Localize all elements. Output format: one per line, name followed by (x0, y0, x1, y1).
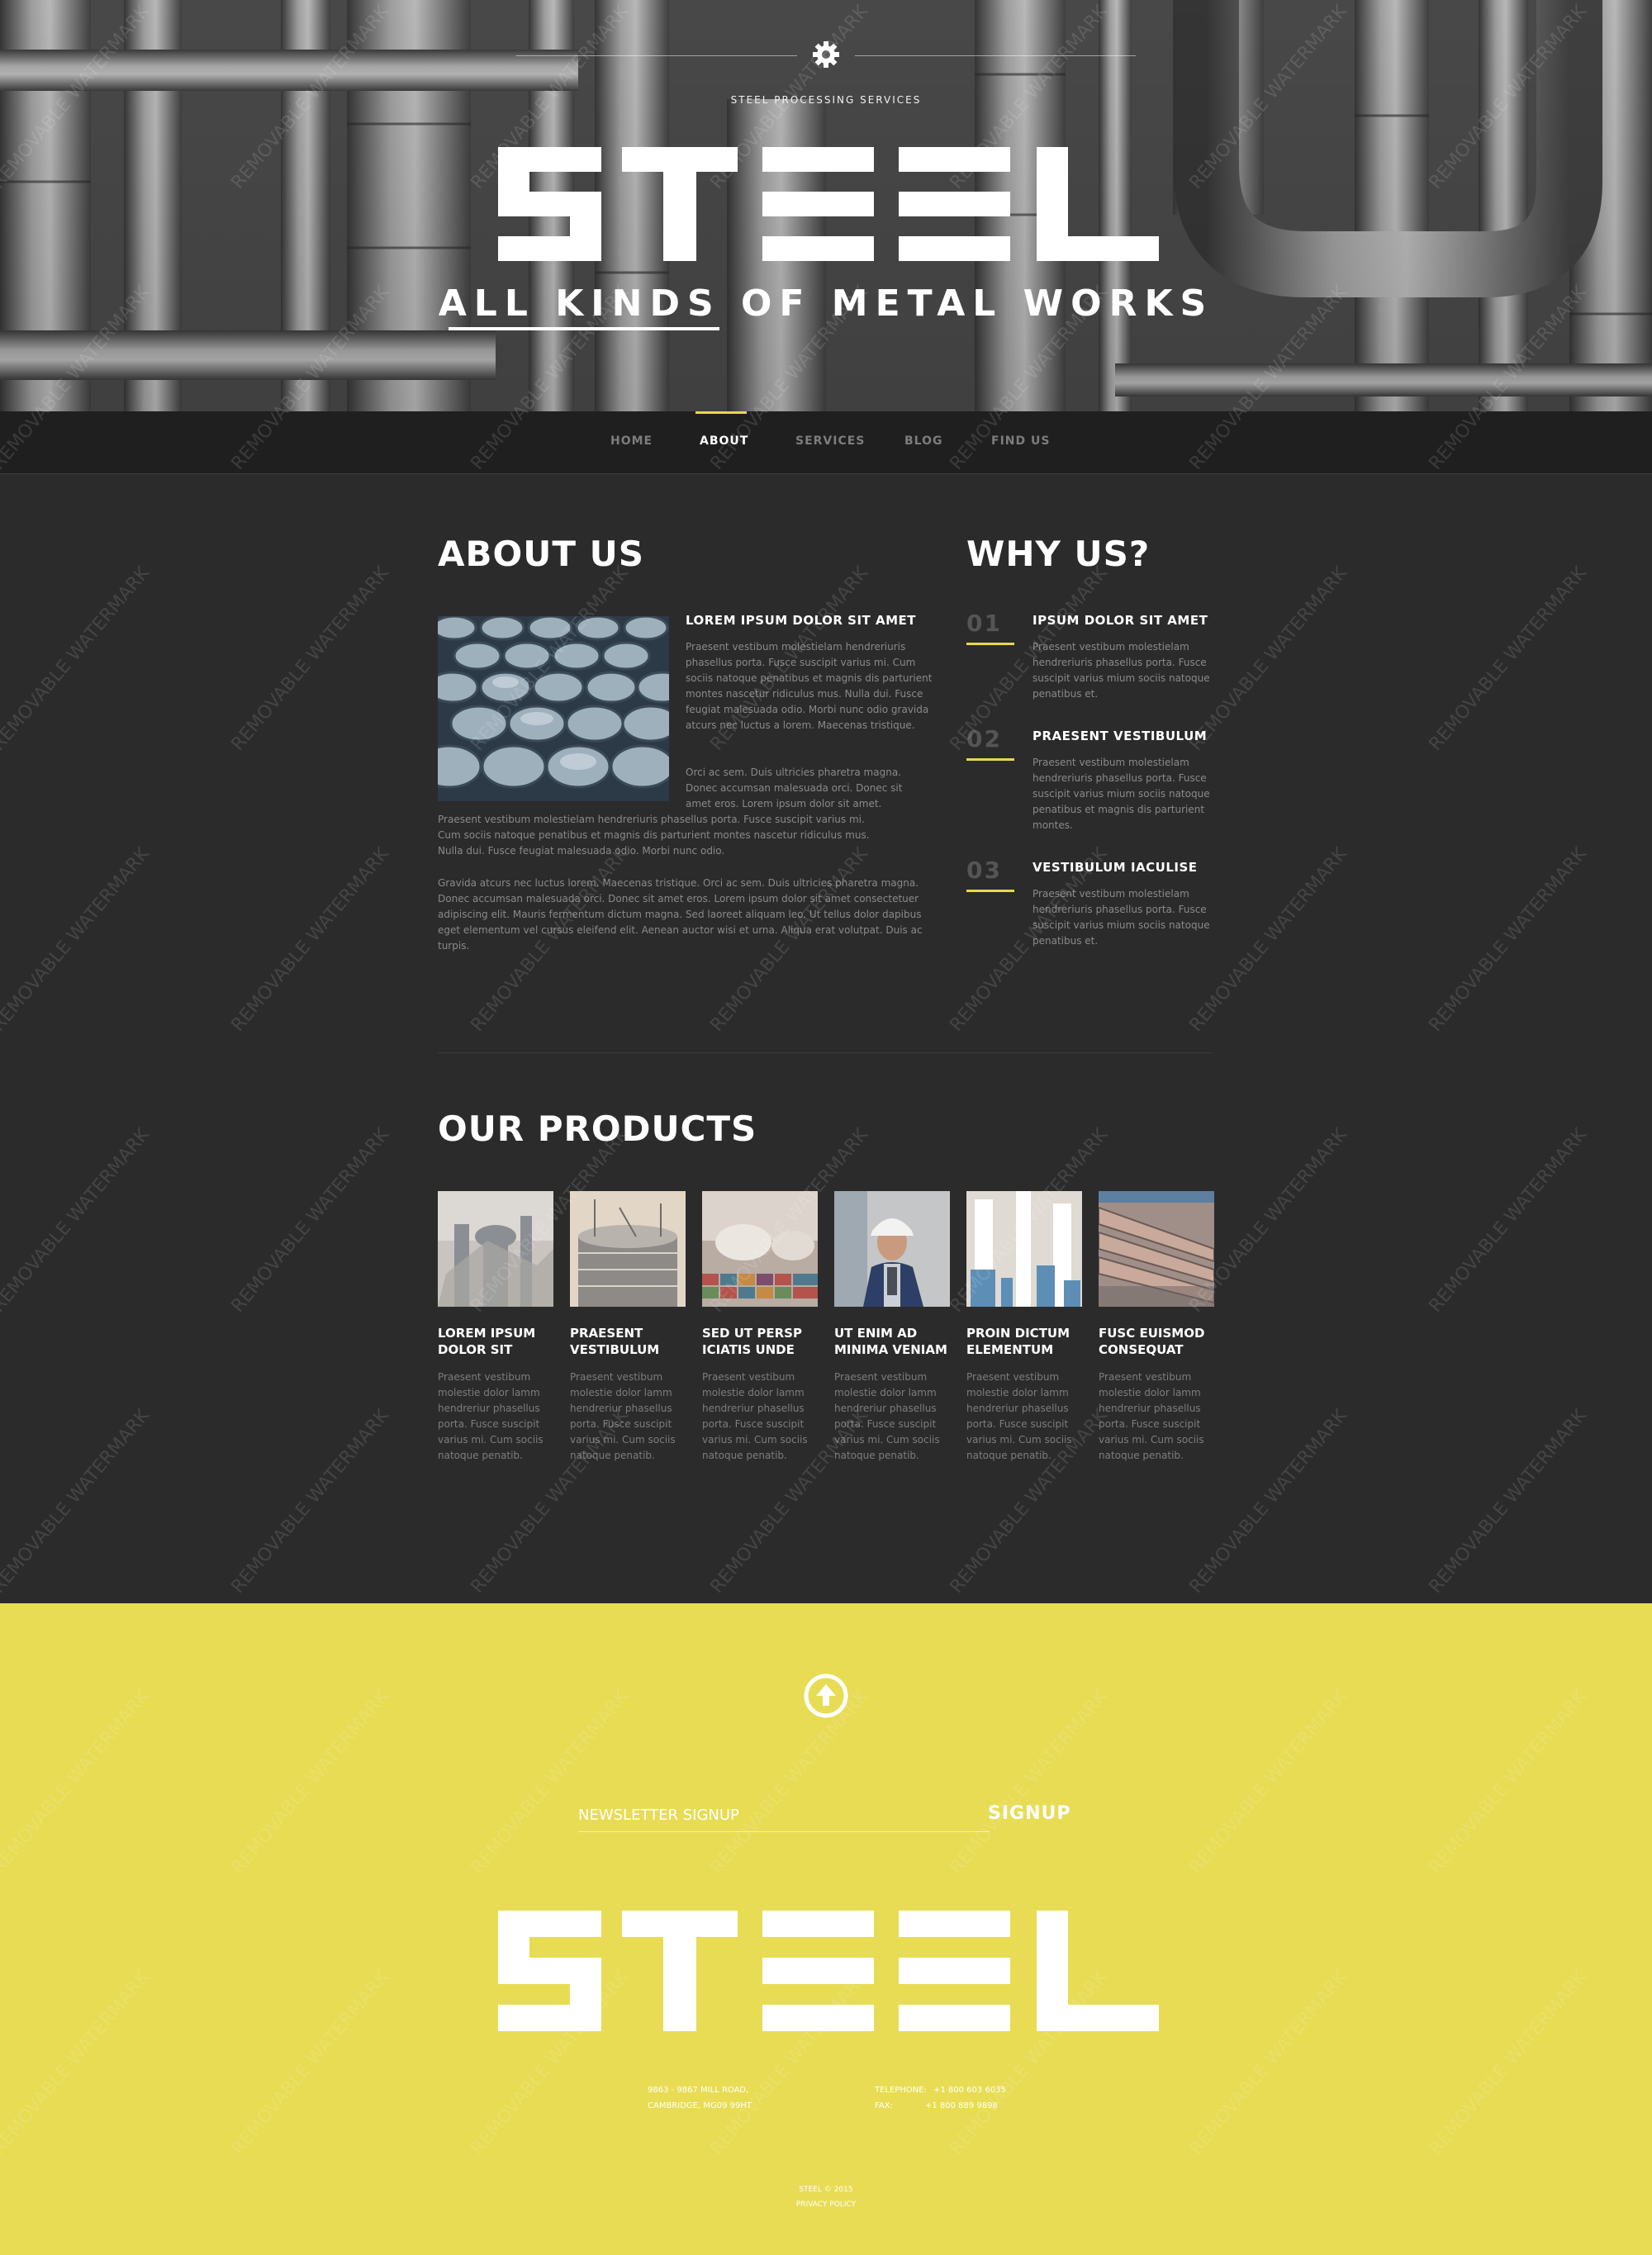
gear-icon (813, 41, 839, 68)
hero-line-left (516, 55, 797, 56)
product-title-6[interactable]: FUSC EUISMOD CONSEQUAT (1099, 1325, 1222, 1358)
scroll-to-top-icon[interactable] (803, 1673, 849, 1719)
product-title-3-line-2: ICIATIS UNDE (702, 1342, 795, 1357)
why-number-2: 02 (966, 725, 1002, 752)
nav-item-home[interactable]: HOME (610, 434, 653, 448)
about-paragraph-2-line-5: Cum sociis natoque penatibus et magnis d… (438, 829, 870, 841)
why-title-1: IPSUM DOLOR SIT AMET (1032, 613, 1208, 628)
privacy-policy-link[interactable]: PRIVACY POLICY (0, 2200, 1652, 2209)
about-paragraph-2-line-3: amet eros. Lorem ipsum dolor sit amet. (686, 798, 882, 809)
address-line-1: 9863 - 9867 MILL ROAD, (648, 2086, 749, 2095)
product-title-5[interactable]: PROIN DICTUM ELEMENTUM (966, 1325, 1090, 1358)
product-title-5-line-1: PROIN DICTUM (966, 1326, 1070, 1341)
about-paragraph-2-line-6: Nulla dui. Fusce feugiat malesuada odio.… (438, 845, 725, 857)
why-text-1: Praesent vestibum molestielam hendreriur… (1032, 641, 1210, 700)
nav-item-about[interactable]: ABOUT (700, 434, 748, 448)
product-title-4-line-2: MINIMA VENIAM (834, 1342, 947, 1357)
main-content: ABOUT US LOREM IPSUM DOLOR SIT AMET Prae… (0, 474, 1652, 1603)
nav-item-services[interactable]: SERVICES (795, 434, 865, 448)
about-paragraph-2-line-4: Praesent vestibum molestielam hendreriur… (438, 814, 865, 825)
why-number-3: 03 (966, 857, 1002, 884)
main-navigation: HOME ABOUT SERVICES BLOG FIND US (0, 411, 1652, 474)
telephone-value: +1 800 603 6035 (933, 2086, 1006, 2095)
hero-subtitle-underline (449, 327, 719, 330)
product-title-6-line-2: CONSEQUAT (1099, 1342, 1184, 1357)
copyright: STEEL © 2015 (799, 2186, 853, 2194)
about-title: ABOUT US (438, 534, 644, 574)
why-bar-3 (966, 890, 1014, 892)
product-title-1-line-1: LOREM IPSUM (438, 1326, 536, 1341)
product-title-6-line-1: FUSC EUISMOD (1099, 1326, 1205, 1341)
product-title-3[interactable]: SED UT PERSP ICIATIS UNDE (702, 1325, 826, 1358)
product-text-5: Praesent vestibum molestie dolor lamm he… (966, 1371, 1072, 1461)
why-bar-2 (966, 758, 1014, 761)
hero-logo (498, 147, 1159, 261)
fax-value: +1 800 889 9898 (925, 2101, 998, 2110)
product-title-2-line-1: PRAESENT (570, 1326, 643, 1341)
why-number-1: 01 (966, 610, 1002, 637)
why-title-3: VESTIBULUM IACULISE (1032, 860, 1198, 875)
address-line-2: CAMBRIDGE, MG09 99HT (648, 2101, 752, 2110)
product-image-4[interactable] (834, 1191, 950, 1307)
footer-logo (498, 1911, 1159, 2031)
product-image-6[interactable] (1099, 1191, 1214, 1307)
why-bar-1 (966, 643, 1014, 645)
nav-active-indicator (695, 411, 747, 414)
signup-button[interactable]: SIGNUP (988, 1803, 1071, 1824)
why-title: WHY US? (966, 534, 1151, 574)
product-title-1-line-2: DOLOR SIT (438, 1342, 513, 1357)
product-text-3: Praesent vestibum molestie dolor lamm he… (702, 1371, 808, 1461)
hero-banner: STEEL PROCESSING SERVICES ALL KINDS OF M… (0, 0, 1652, 411)
about-paragraph-2-line-1: Orci ac sem. Duis ultricies pharetra mag… (686, 767, 901, 778)
fax-label: FAX: (875, 2101, 893, 2110)
product-text-2: Praesent vestibum molestie dolor lamm he… (570, 1371, 676, 1461)
product-title-5-line-2: ELEMENTUM (966, 1342, 1054, 1357)
hero-subtitle: ALL KINDS OF METAL WORKS (438, 282, 1214, 325)
product-image-1[interactable] (438, 1191, 553, 1307)
about-subheading: LOREM IPSUM DOLOR SIT AMET (686, 613, 917, 628)
newsletter-input[interactable] (578, 1799, 990, 1832)
product-title-4[interactable]: UT ENIM AD MINIMA VENIAM (834, 1325, 958, 1358)
about-paragraph-2-line-2: Donec accumsan malesuada orci. Donec sit (686, 782, 903, 794)
nav-item-blog[interactable]: BLOG (904, 434, 943, 448)
product-title-2[interactable]: PRAESENT VESTIBULUM (570, 1325, 694, 1358)
telephone-label: TELEPHONE: (875, 2086, 927, 2095)
product-text-1: Praesent vestibum molestie dolor lamm he… (438, 1371, 544, 1461)
product-text-6: Praesent vestibum molestie dolor lamm he… (1099, 1371, 1204, 1461)
footer: SIGNUP 9863 - 9867 MILL ROAD, CAMBRIDGE,… (0, 1603, 1652, 2255)
product-title-4-line-1: UT ENIM AD (834, 1326, 918, 1341)
why-title-2: PRAESENT VESTIBULUM (1032, 729, 1208, 743)
product-image-5[interactable] (966, 1191, 1082, 1307)
nav-item-find-us[interactable]: FIND US (991, 434, 1050, 448)
about-paragraph-1: Praesent vestibum molestielam hendreriur… (686, 641, 933, 731)
hero-line-right (855, 55, 1136, 56)
section-divider (438, 1052, 1213, 1053)
hero-tagline: STEEL PROCESSING SERVICES (730, 94, 922, 106)
about-paragraph-3: Gravida atcurs nec luctus lorem. Maecena… (438, 877, 923, 952)
product-image-3[interactable] (702, 1191, 818, 1307)
why-text-3: Praesent vestibum molestielam hendreriur… (1032, 888, 1210, 947)
why-text-2: Praesent vestibum molestielam hendreriur… (1032, 757, 1210, 831)
product-title-1[interactable]: LOREM IPSUM DOLOR SIT (438, 1325, 562, 1358)
product-title-2-line-2: VESTIBULUM (570, 1342, 660, 1357)
about-image (438, 616, 669, 801)
product-image-2[interactable] (570, 1191, 686, 1307)
product-text-4: Praesent vestibum molestie dolor lamm he… (834, 1371, 940, 1461)
product-title-3-line-1: SED UT PERSP (702, 1326, 802, 1341)
products-title: OUR PRODUCTS (438, 1109, 757, 1149)
